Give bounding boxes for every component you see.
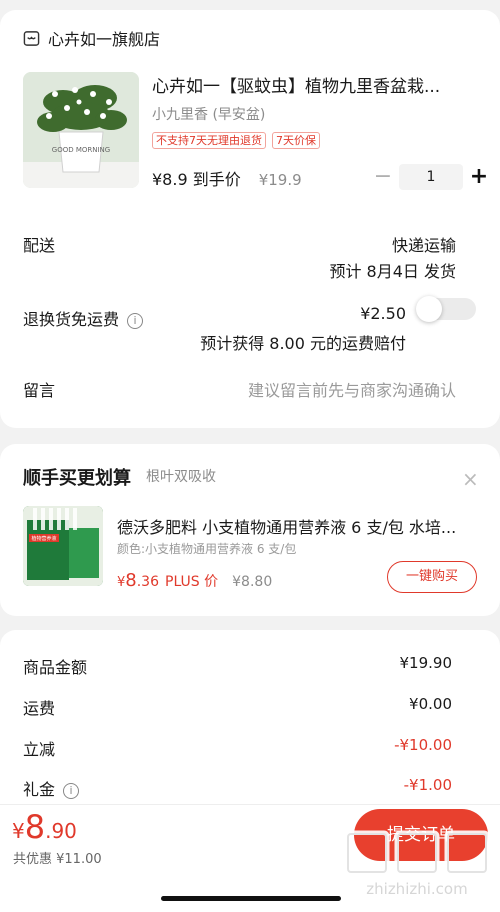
addon-price-decimal: .36 [136, 574, 159, 590]
delivery-label: 配送 [23, 236, 56, 255]
product-title[interactable]: 心卉如一【驱蚊虫】植物九里香盆栽... [152, 72, 472, 97]
total-decimal: .90 [45, 819, 77, 843]
addon-original-price: ¥8.80 [232, 574, 273, 590]
shipping-value: ¥0.00 [409, 695, 452, 713]
addon-price-currency: ¥ [117, 575, 126, 590]
return-insurance-label: 退换货免运费 i [23, 306, 144, 330]
addon-image[interactable]: 植物营养液 [23, 506, 103, 586]
addon-name[interactable]: 德沃多肥料 小支植物通用营养液 6 支/包 水培... [117, 514, 477, 538]
goods-amount-label: 商品金额 [23, 658, 88, 677]
increment-button[interactable]: + [468, 166, 490, 188]
delivery-method: 快递运输 [391, 236, 456, 255]
fertilizer-image: 植物营养液 [23, 506, 103, 586]
submit-order-button[interactable]: 提交订单 [354, 809, 488, 861]
product-image[interactable]: GOOD MORNING [23, 72, 139, 188]
return-insurance-note: 预计获得 8.00 元的运费赔付 [200, 334, 406, 353]
shipping-label: 运费 [23, 699, 56, 718]
close-icon[interactable]: × [462, 469, 479, 489]
tag-price-protect: 7天价保 [272, 132, 320, 149]
addon-price: ¥ 8 .36 PLUS 价 ¥8.80 [117, 570, 272, 591]
total-price: ¥ 8 .90 [12, 808, 77, 846]
quantity-stepper: − 1 + [372, 164, 490, 190]
decrement-button[interactable]: − [372, 166, 394, 188]
pot-label: GOOD MORNING [52, 146, 110, 154]
final-price: ¥8.9 到手价 [152, 170, 241, 189]
return-insurance-price: ¥2.50 [360, 304, 406, 323]
gift-money-value: -¥1.00 [403, 776, 452, 794]
gift-money-text: 礼金 [23, 780, 56, 799]
original-price: ¥19.9 [258, 171, 302, 189]
return-insurance-text: 退换货免运费 [23, 310, 120, 329]
total-saving: 共优惠 ¥11.00 [13, 852, 102, 867]
info-icon[interactable]: i [127, 312, 144, 329]
gift-money-label: 礼金 i [23, 776, 80, 800]
one-click-buy-button[interactable]: 一键购买 [387, 561, 477, 593]
store-header[interactable]: 心卉如一旗舰店 [23, 26, 160, 50]
tag-no-return: 不支持7天无理由退货 [152, 132, 266, 149]
discount-label: 立减 [23, 740, 56, 759]
store-name: 心卉如一旗舰店 [48, 30, 161, 49]
product-spec[interactable]: 小九里香 (早安盆) [152, 104, 265, 124]
discount-value: -¥10.00 [394, 736, 452, 754]
return-insurance-toggle[interactable] [416, 296, 476, 322]
quantity-value[interactable]: 1 [399, 164, 463, 190]
delivery-eta: 预计 8月4日 发货 [329, 262, 456, 281]
product-tags: 不支持7天无理由退货 7天价保 [152, 132, 320, 149]
total-currency: ¥ [12, 819, 25, 843]
addon-subtitle: 根叶双吸收 [146, 469, 216, 485]
goods-amount-value: ¥19.90 [399, 654, 453, 672]
addon-color: 颜色:小支植物通用营养液 6 支/包 [117, 542, 297, 556]
remark-label: 留言 [23, 381, 56, 400]
home-indicator [161, 896, 341, 901]
plus-price-label: PLUS 价 [165, 574, 219, 590]
store-icon [23, 30, 40, 46]
toggle-knob [416, 296, 442, 322]
package-label: 植物营养液 [31, 535, 56, 542]
addon-price-integer: 8 [125, 570, 137, 591]
addon-title: 顺手买更划算 [23, 468, 131, 489]
remark-input[interactable]: 建议留言前先与商家沟通确认 [248, 377, 456, 401]
plant-pot-image: GOOD MORNING [23, 72, 139, 188]
total-integer: 8 [24, 808, 46, 846]
price-row: ¥8.9 到手价 ¥19.9 [152, 166, 302, 190]
info-icon[interactable]: i [63, 782, 80, 799]
